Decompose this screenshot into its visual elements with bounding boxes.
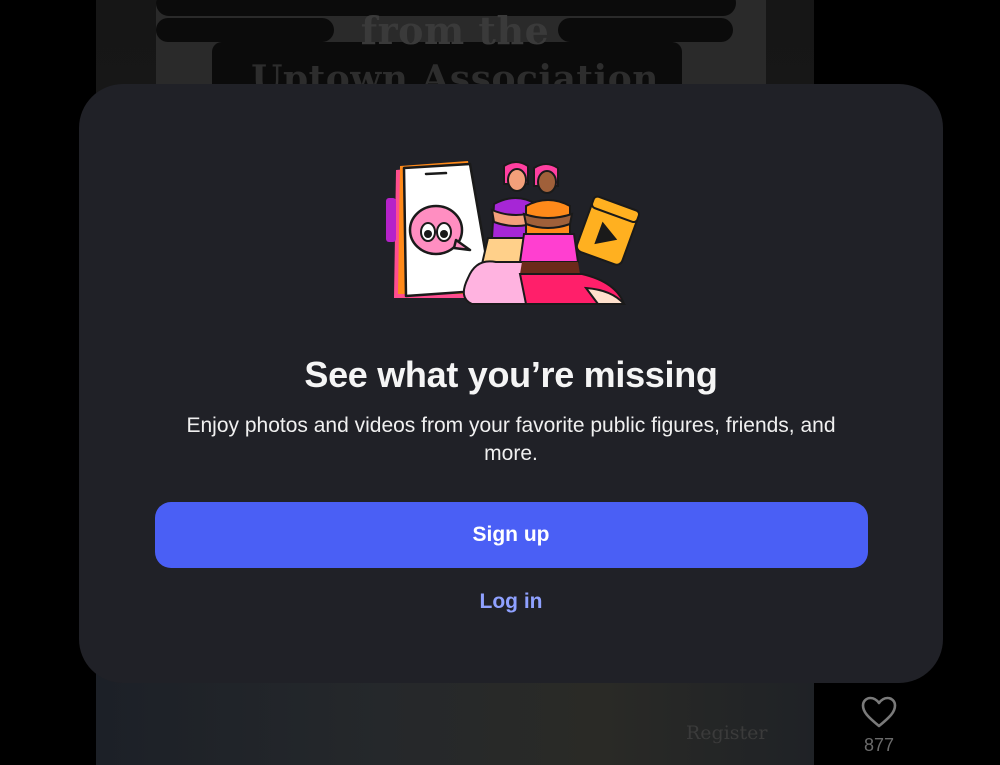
poster-register-text: Register <box>686 722 768 744</box>
sign-up-button[interactable]: Sign up <box>154 502 868 568</box>
poster-headline-line1: from the <box>360 8 550 53</box>
login-prompt-modal: See what you’re missing Enjoy photos and… <box>79 84 943 683</box>
log-in-link[interactable]: Log in <box>480 590 543 614</box>
page: from the Uptown Association Register 877 <box>0 0 1000 765</box>
like-count: 877 <box>863 735 895 755</box>
modal-title: See what you’re missing <box>304 354 718 395</box>
modal-subtitle: Enjoy photos and videos from your favori… <box>186 414 836 465</box>
heart-icon[interactable] <box>860 695 898 729</box>
people-phone-chat-illustration <box>386 161 641 305</box>
like-button[interactable]: 877 <box>855 695 903 756</box>
